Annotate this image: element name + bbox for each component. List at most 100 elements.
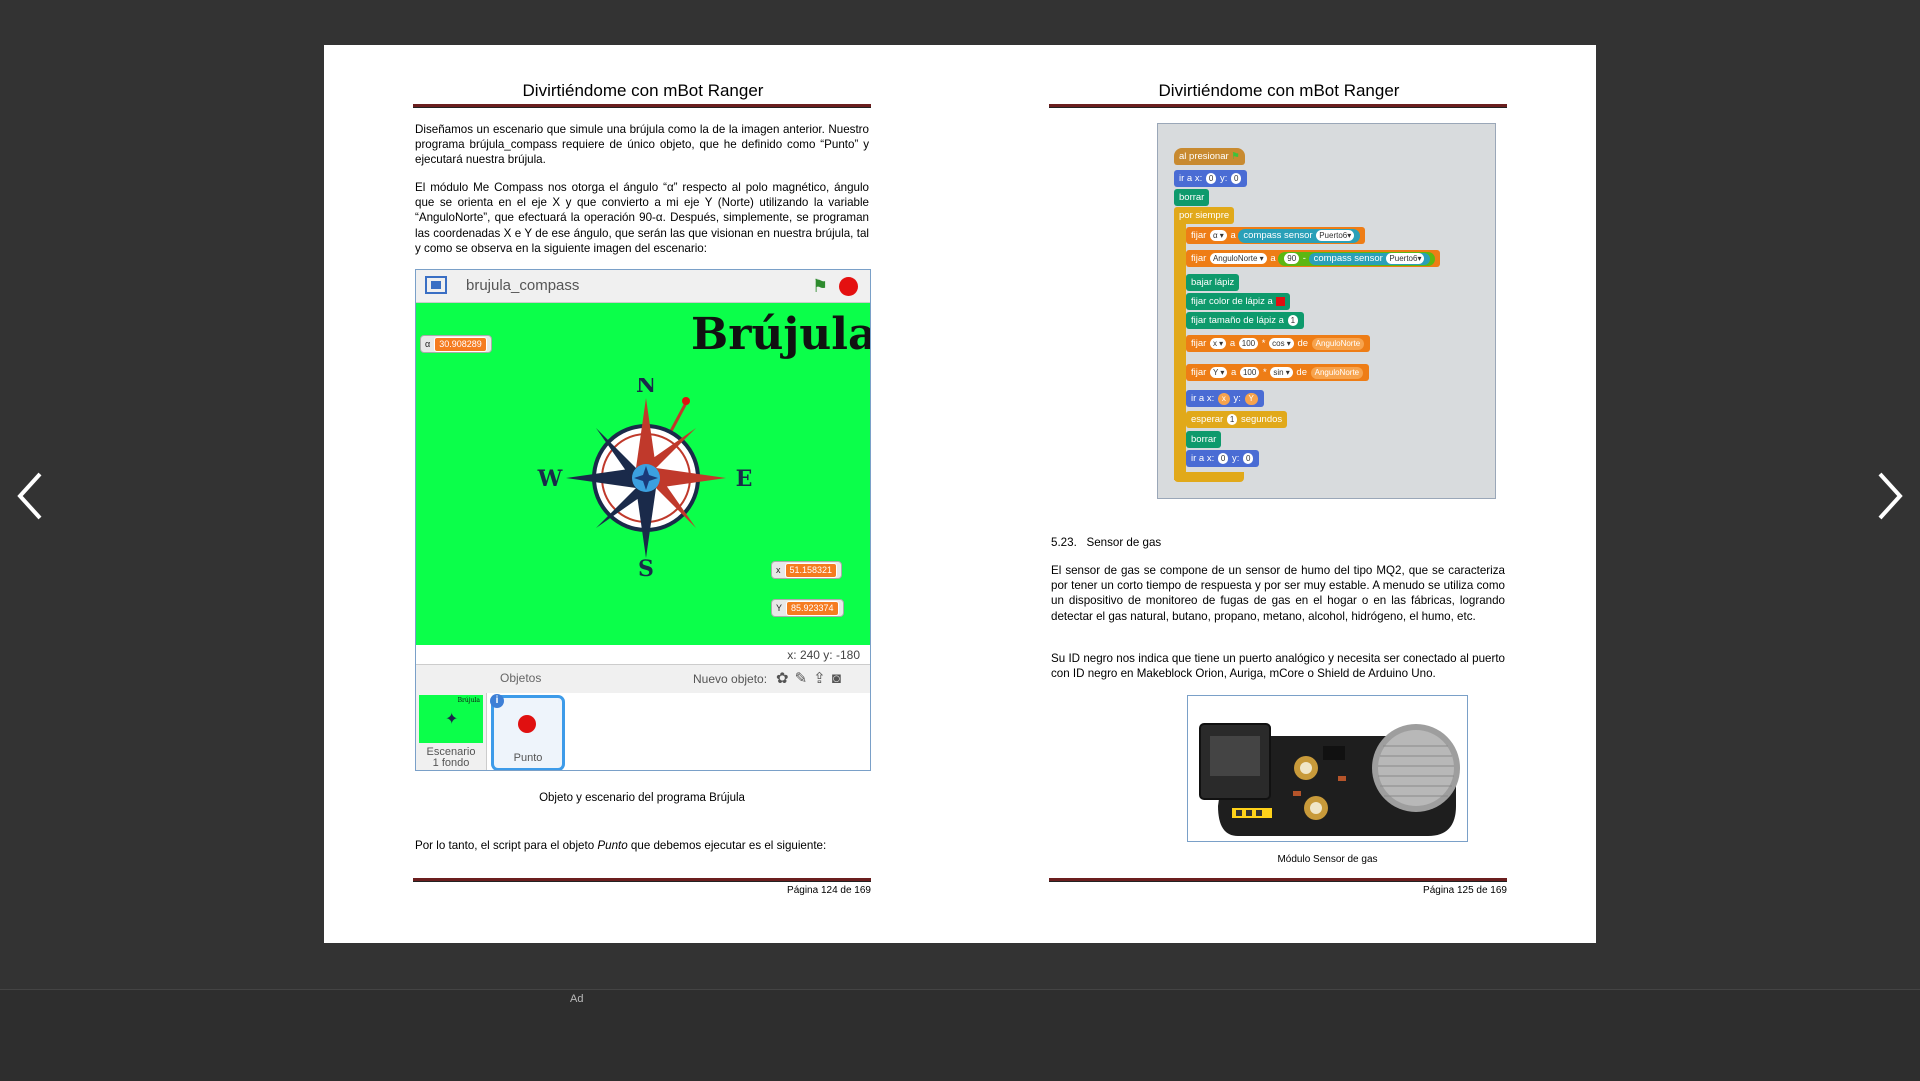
variable-monitor-alpha: α 30.908289: [420, 335, 492, 353]
block-input: 0: [1243, 453, 1254, 464]
text-run: Por lo tanto, el script para el objeto: [415, 839, 598, 852]
color-swatch: [1275, 296, 1285, 306]
block-text: fijar tamaño de lápiz a: [1191, 315, 1284, 326]
set-alpha-block: fijar α ▾ a compass sensor Puerto6▾: [1186, 227, 1366, 244]
block-input: 100: [1238, 338, 1259, 349]
chevron-left-icon: [17, 472, 42, 520]
paragraph: El módulo Me Compass nos otorga el ángul…: [415, 181, 869, 255]
block-text: y:: [1219, 173, 1228, 184]
block-text: -: [1302, 253, 1306, 264]
stage-coordinates: x: 240 y: -180: [416, 646, 870, 664]
paragraph: Su ID negro nos indica que tiene un puer…: [1051, 652, 1505, 681]
previous-page-button[interactable]: [12, 466, 52, 526]
block-dropdown: x ▾: [1209, 338, 1227, 349]
block-input: 0: [1205, 173, 1217, 184]
block-text: de: [1296, 367, 1307, 378]
header-rule: [413, 104, 871, 108]
stage-title: Brújula: [691, 309, 871, 360]
block-input: 1: [1287, 315, 1299, 326]
block-dropdown: Puerto6▾: [1386, 253, 1425, 264]
variable-reporter: Y: [1244, 393, 1258, 405]
figure-caption: Objeto y escenario del programa Brújula: [539, 792, 745, 804]
chevron-right-icon: [1878, 472, 1903, 520]
stop-icon: [839, 277, 858, 296]
page-125: Divirtiéndome con mBot Ranger al presion…: [960, 45, 1596, 943]
next-page-button[interactable]: [1868, 466, 1908, 526]
paragraph: El sensor de gas se compone de un sensor…: [1051, 564, 1505, 623]
block-text: ir a x:: [1179, 173, 1203, 184]
sprite-label: Punto: [513, 752, 543, 764]
block-text: fijar: [1191, 367, 1207, 378]
footer-rule: [413, 878, 871, 882]
block-text: y:: [1233, 393, 1241, 404]
compass-sensor-block: compass sensor Puerto6▾: [1238, 229, 1361, 243]
monitor-value: 30.908289: [434, 337, 487, 352]
sprites-toolbar: Objetos Nuevo objeto: ✿✎⇪◙: [416, 664, 870, 694]
pen-down-block: bajar lápiz: [1186, 274, 1240, 291]
block-text: ir a x:: [1191, 393, 1215, 404]
fullscreen-icon: [425, 276, 447, 294]
clear-block: borrar: [1186, 431, 1222, 448]
sprites-heading: Objetos: [500, 671, 542, 685]
goto-xy-block: ir a x: x y: Y: [1186, 390, 1264, 407]
block-input: 0: [1217, 453, 1229, 464]
block-text: a: [1231, 367, 1237, 378]
block-text: segundos: [1240, 414, 1283, 425]
set-y-block: fijar Y ▾ a 100 * sin ▾ de AnguloNorte: [1186, 364, 1370, 381]
section-heading: 5.23. Sensor de gas: [1051, 536, 1161, 549]
text-run-italic: Punto: [597, 839, 628, 852]
block-input: 0: [1231, 173, 1242, 184]
text-run: que debemos ejecutar es el siguiente:: [627, 839, 827, 852]
scratch-topbar: brujula_compass ⚑: [416, 270, 870, 303]
gas-sensor-illustration: [1188, 696, 1467, 841]
new-sprite-tools-icon: ✿✎⇪◙: [776, 670, 847, 687]
page-number: Página 124 de 169: [787, 885, 871, 896]
block-text: ir a x:: [1191, 453, 1215, 464]
compass-west-label: W: [537, 466, 563, 492]
block-input: 100: [1239, 367, 1260, 378]
block-dropdown: AnguloNorte ▾: [1209, 253, 1267, 264]
block-dropdown: Y ▾: [1209, 367, 1228, 378]
variable-monitor-x: x 51.158321: [771, 561, 843, 579]
page-header-title: Divirtiéndome con mBot Ranger: [522, 81, 764, 100]
variable-monitor-y: Y 85.923374: [771, 599, 844, 617]
sprites-pane: Brújula ✦ Escenario 1 fondo i Punto: [416, 693, 870, 770]
ad-label: Ad: [570, 993, 584, 1005]
set-pen-size-block: fijar tamaño de lápiz a 1: [1186, 312, 1305, 329]
block-text: *: [1261, 338, 1266, 349]
set-angulonorte-block: fijar AnguloNorte ▾ a 90 - compass senso…: [1186, 250, 1441, 267]
block-input: 90: [1284, 253, 1300, 264]
block-text: y:: [1231, 453, 1240, 464]
block-text: compass sensor: [1243, 230, 1313, 241]
block-text: fijar: [1191, 338, 1207, 349]
block-text: a: [1229, 338, 1236, 349]
block-text: fijar: [1191, 230, 1207, 241]
thumbnail-title: Brújula: [457, 697, 480, 704]
block-dropdown: sin ▾: [1270, 367, 1293, 378]
compass-north-label: N: [636, 378, 656, 398]
block-text: a: [1230, 230, 1236, 241]
compass-rose-graphic: N S W E: [537, 378, 753, 578]
section-number: 5.23.: [1051, 536, 1077, 549]
info-icon: i: [490, 694, 504, 708]
compass-south-label: S: [638, 556, 654, 578]
set-pen-color-block: fijar color de lápiz a: [1186, 293, 1290, 310]
page-spread: Divirtiéndome con mBot Ranger Diseñamos …: [324, 45, 1596, 943]
page-header-title: Divirtiéndome con mBot Ranger: [1158, 81, 1400, 100]
paragraph: Por lo tanto, el script para el objeto P…: [415, 838, 869, 853]
forever-loop-bar: [1174, 217, 1186, 480]
monitor-label: α: [425, 339, 431, 349]
page-number: Página 125 de 169: [1423, 885, 1507, 896]
block-text: *: [1262, 367, 1267, 378]
stage-label: Escenario 1 fondo: [426, 746, 476, 769]
green-flag-icon: ⚑: [1231, 151, 1240, 162]
when-flag-block: al presionar ⚑: [1174, 148, 1245, 165]
forever-loop-end: [1174, 472, 1244, 482]
set-x-block: fijar x ▾ a 100 * cos ▾ de AnguloNorte: [1186, 335, 1371, 352]
block-text: a: [1270, 253, 1276, 264]
paragraph: Diseñamos un escenario que simule una br…: [415, 123, 869, 167]
compass-east-label: E: [736, 466, 753, 492]
block-dropdown: α ▾: [1209, 230, 1227, 241]
header-rule: [1049, 104, 1507, 108]
block-text: esperar: [1191, 414, 1224, 425]
